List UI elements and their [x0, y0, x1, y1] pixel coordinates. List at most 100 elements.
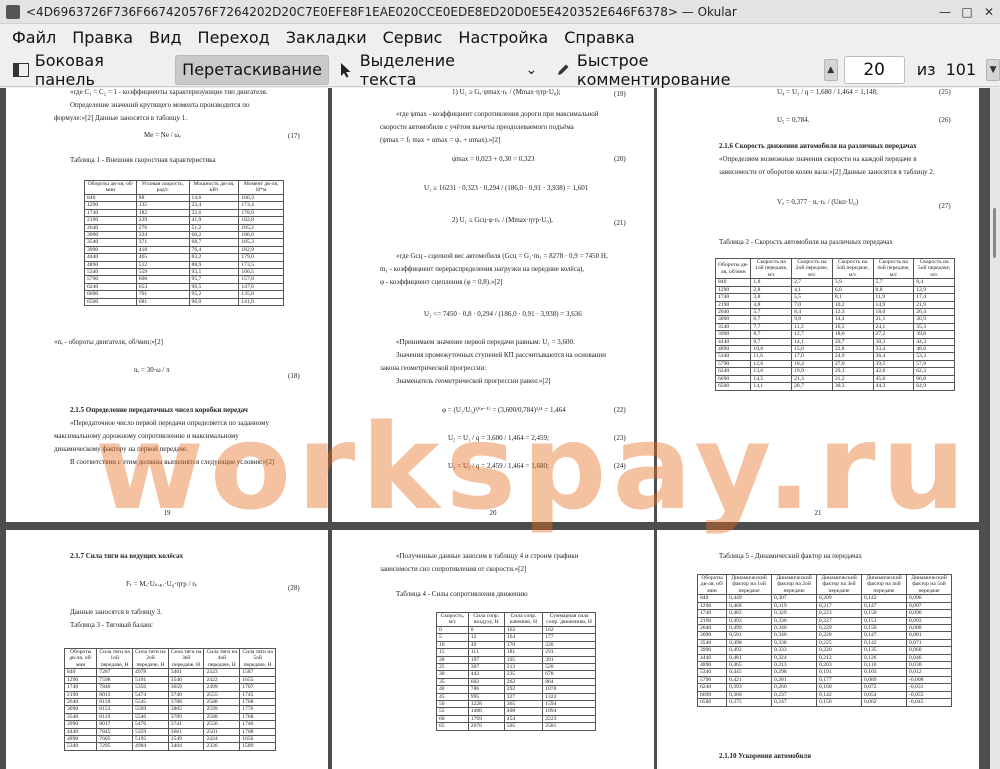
table-cell: 3540 — [84, 238, 137, 247]
close-icon[interactable]: ✕ — [978, 3, 1000, 21]
table-cell: 12 — [467, 633, 505, 642]
menu-file[interactable]: Файл — [0, 24, 64, 52]
table-row: 40 786 292 1078 — [436, 685, 596, 694]
text-line: «где C₁ = C₂ = 1 - коэффициенты характер… — [70, 88, 268, 96]
table-row: 1740 7840 5356 3659 2499 1707 — [63, 683, 276, 692]
table-cell: 6690 — [84, 290, 137, 299]
table-cell: 6240 — [84, 282, 137, 292]
table-cell: 4890 — [714, 345, 752, 354]
table-cell: 48,8 — [913, 345, 955, 354]
chevron-down-icon[interactable]: ⌄ — [522, 61, 540, 79]
table-row: 840 1,8 2,7 3,9 5,7 8,4 — [714, 278, 955, 287]
table-cell: 1656 — [239, 735, 276, 744]
table-cell: 4978 — [132, 668, 169, 677]
table-cell: 1589 — [239, 742, 276, 751]
sidebar-button[interactable]: Боковая панель — [6, 51, 173, 89]
table-cell: 88 — [135, 193, 190, 203]
formula: U₁ <= 7450 · 0,8 · 0,294 / (186,0 · 0,91… — [424, 310, 582, 318]
table-cell: 181 — [503, 648, 544, 657]
formula: U₃ = U₂ / q = 2,459 / 1,464 = 1,680; — [448, 462, 549, 470]
table-cell: 864 — [542, 677, 596, 687]
text-line: (ψmax = fₜ max + αmax = ψᵥ + αmax).»[2] — [380, 136, 501, 144]
table-cell: 14,9 — [872, 300, 915, 309]
minimize-icon[interactable]: — — [934, 3, 956, 21]
table-cell: 0,209 — [816, 594, 862, 603]
vertical-scrollbar[interactable] — [990, 88, 1000, 769]
quick-annotate-button[interactable]: Быстрое комментирование — [548, 51, 810, 89]
table-cell: 7840 — [96, 683, 134, 692]
table-header-cell: Динамический фактор на 3ей передаче — [816, 573, 862, 596]
table-cell: 653 — [135, 282, 190, 292]
table-header-row: Обороты дв-ля, об/мин Угловая скорость, р… — [84, 180, 284, 195]
table-cell: 5569 — [132, 705, 169, 714]
table-cell: 64,9 — [913, 382, 955, 391]
table-cell: 0,151 — [860, 616, 907, 625]
menu-help[interactable]: Справка — [556, 24, 643, 52]
table-cell: 2190 — [84, 216, 137, 225]
maximize-icon[interactable]: □ — [956, 3, 978, 21]
drag-tool-button[interactable]: Перетаскивание — [175, 54, 329, 85]
table-caption: Таблица 1 - Внешняя скоростная характери… — [70, 156, 216, 164]
table-cell: 111 — [467, 648, 505, 657]
table-cell: 1776 — [239, 705, 276, 714]
menu-view[interactable]: Вид — [141, 24, 189, 52]
table-cell: 0,213 — [816, 653, 862, 663]
table-row: 4890 0,465 0,313 0,203 0,116 0,030 — [696, 661, 953, 670]
table-cell: 391 — [542, 655, 596, 664]
table-cell: 262 — [503, 677, 544, 687]
table-cell: 1745 — [239, 690, 276, 699]
menu-bookmarks[interactable]: Закладки — [278, 24, 375, 52]
table-cell: 0,449 — [726, 594, 773, 603]
table-cell: 15 — [436, 648, 469, 657]
menu-edit[interactable]: Правка — [64, 24, 141, 52]
text-line: Определение значений крутящего момента п… — [70, 101, 250, 109]
table-row: 6690 14,5 21,3 31,2 45,6 66,8 — [714, 374, 955, 384]
table-cell: 0,333 — [771, 646, 818, 655]
text-line: «Передаточное число первой передачи опре… — [70, 419, 269, 427]
menu-settings[interactable]: Настройка — [450, 24, 556, 52]
table-cell: 454 — [503, 714, 544, 724]
page-up-icon[interactable]: ▲ — [823, 58, 838, 81]
table-cell: 5195 — [132, 735, 169, 744]
table-cell: 2223 — [542, 714, 596, 724]
table-cell: 0,340 — [771, 631, 818, 640]
table-cell: 1740 — [63, 683, 98, 692]
page-number-input[interactable]: 20 — [843, 55, 905, 84]
menu-go[interactable]: Переход — [190, 24, 278, 52]
menu-tools[interactable]: Сервис — [375, 24, 451, 52]
table-cell: 4440 — [84, 253, 137, 262]
table-cell: 0,225 — [816, 638, 862, 648]
equation-number: (24) — [614, 462, 626, 470]
text-selection-button[interactable]: Выделение текста ⌄ — [331, 51, 546, 89]
table-cell: 307 — [467, 662, 505, 672]
page-down-icon[interactable]: ▼ — [986, 58, 1000, 81]
section-heading: 2.1.6 Скорость движения автомобиля на ра… — [719, 142, 917, 150]
table-cell: 0,227 — [816, 616, 862, 625]
table-cell: 5476 — [132, 720, 169, 729]
table-cell: 10,2 — [831, 300, 874, 309]
text-line: Данные заносятся в таблицу 3. — [70, 608, 162, 616]
table-row: 6500 0,375 0,247 0,150 0,062 -0,045 — [696, 698, 953, 707]
table-cell: 0,307 — [771, 594, 818, 603]
table-cell: 0,150 — [860, 609, 907, 618]
table-cell: 1740 — [84, 208, 137, 218]
table-cell: 1769 — [467, 714, 505, 724]
table-cell: 31,2 — [831, 374, 874, 384]
table-cell: 5340 — [714, 352, 752, 361]
table-cell: -0,045 — [905, 698, 953, 707]
table-cell: 182,8 — [238, 216, 284, 225]
table-cell: 1708 — [239, 727, 276, 737]
table-header-cell: Сила сопр. воздуху, Н — [467, 612, 505, 627]
scrollbar-thumb[interactable] — [993, 208, 996, 258]
equation-number: (26) — [939, 116, 951, 124]
table-cell: 177 — [542, 633, 596, 642]
section-heading: 2.1.5 Определение передаточных чисел кор… — [70, 406, 248, 414]
table-cell: 3401 — [167, 668, 205, 677]
document-viewport[interactable]: «где C₁ = C₂ = 1 - коэффициенты характер… — [0, 88, 990, 769]
table-cell: 0,012 — [905, 668, 953, 677]
table-cell: 0,088 — [905, 623, 953, 633]
table-cell: 20,7 — [831, 337, 874, 347]
table-cell: 0,336 — [771, 616, 818, 625]
table-cell: 2076 — [467, 722, 505, 731]
table-cell: 5191 — [132, 675, 169, 685]
